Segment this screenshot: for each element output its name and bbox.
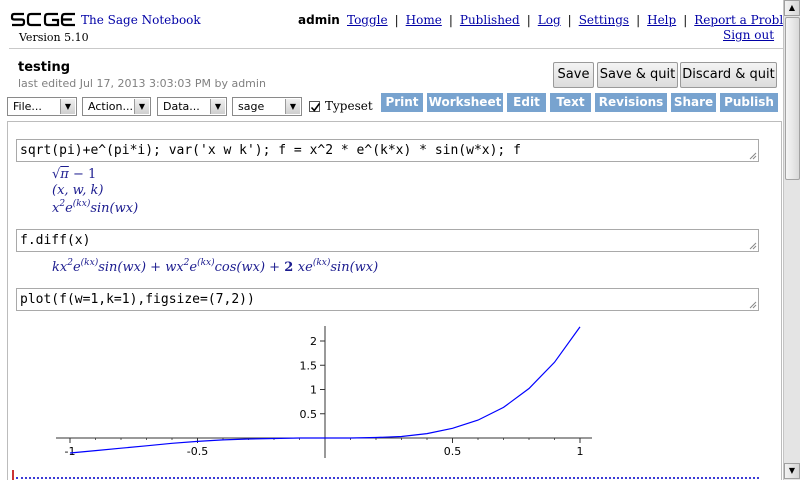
separator: | (394, 13, 399, 27)
home-link[interactable]: Home (406, 13, 442, 27)
math-e: e (65, 201, 73, 216)
save-button[interactable]: Save (553, 62, 594, 88)
math-term: xe (297, 260, 313, 275)
action-menu-select[interactable]: Action... ▼ (82, 97, 151, 116)
resize-grip-icon[interactable] (748, 241, 757, 250)
sign-out-link[interactable]: Sign out (723, 28, 774, 42)
scrollbar[interactable]: ▲ ▼ (783, 0, 800, 480)
math-e: e (72, 260, 81, 275)
published-link[interactable]: Published (460, 13, 520, 27)
cell-input-text: f.diff(x) (20, 233, 91, 248)
chevron-down-icon: ▼ (60, 99, 75, 114)
scroll-thumb[interactable] (785, 17, 800, 180)
math-term: wx (165, 260, 184, 275)
tab-share[interactable]: Share (671, 93, 716, 112)
last-edited-label: last edited Jul 17, 2013 3:03:03 PM by a… (18, 77, 266, 90)
separator: | (448, 13, 453, 27)
math-term: sin(wx) (330, 260, 379, 275)
tab-revisions[interactable]: Revisions (595, 93, 667, 112)
x-tick-label: -1 (65, 445, 76, 458)
file-menu-label: File... (13, 100, 42, 113)
separator: | (636, 13, 641, 27)
cell-input-text: plot(f(w=1,k=1),figsize=(7,2)) (20, 292, 255, 307)
y-tick-label: 2 (310, 335, 317, 348)
header-divider (9, 48, 793, 49)
resize-grip-icon[interactable] (748, 300, 757, 309)
scroll-up-icon[interactable]: ▲ (784, 0, 800, 16)
data-menu-label: Data... (163, 100, 200, 113)
scroll-down-icon[interactable]: ▼ (784, 463, 800, 479)
settings-link[interactable]: Settings (579, 13, 629, 27)
math-term: kx (52, 260, 68, 275)
top-nav: Toggle | Home | Published | Log | Settings | Help |… (347, 13, 800, 27)
plot-output: -1 -0.5 0.5 1 0.5 1 1.5 2 (56, 326, 592, 458)
help-link[interactable]: Help (647, 13, 676, 27)
app-title[interactable]: The Sage Notebook (81, 13, 201, 27)
chevron-down-icon: ▼ (285, 99, 300, 114)
math-term: cos(wx) + (214, 260, 285, 275)
cell-marker (12, 470, 14, 480)
y-tick-label: 1 (310, 384, 317, 397)
file-menu-select[interactable]: File... ▼ (7, 97, 77, 116)
math-exponent: (kx) (197, 258, 215, 268)
cell-input[interactable]: f.diff(x) (16, 229, 759, 252)
resize-grip-icon[interactable] (748, 151, 757, 160)
y-tick-label: 0.5 (300, 408, 318, 421)
x-tick-label: 0.5 (444, 445, 462, 458)
tab-print[interactable]: Print (381, 93, 423, 112)
separator: | (526, 13, 531, 27)
save-quit-button[interactable]: Save & quit (597, 62, 678, 88)
math-e: e (189, 260, 198, 275)
separator: | (683, 13, 688, 27)
data-menu-select[interactable]: Data... ▼ (157, 97, 227, 116)
math-exponent: 2 (59, 199, 66, 209)
tab-edit[interactable]: Edit (507, 93, 546, 112)
math-exponent: (kx) (72, 199, 91, 209)
worksheet-title[interactable]: testing (18, 60, 70, 75)
cell-input[interactable]: sqrt(pi)+e^(pi*i); var('x w k'); f = x^2… (16, 139, 759, 162)
chevron-down-icon: ▼ (210, 99, 225, 114)
x-tick-label: 1 (577, 445, 584, 458)
tab-text[interactable]: Text (550, 93, 591, 112)
math-exponent: 2 (67, 258, 73, 268)
action-menu-label: Action... (88, 100, 133, 113)
output-rest: − 1 (68, 167, 97, 182)
cell-output-line: x2e(kx)sin(wx) (52, 199, 139, 216)
cell-output-line: kx2e(kx)sin(wx) + wx2e(kx)cos(wx) + 2 xe… (52, 258, 379, 275)
checkmark-icon (310, 103, 321, 112)
separator: | (567, 13, 572, 27)
insert-cell-line[interactable] (16, 477, 759, 479)
math-coefficient: 2 (284, 260, 298, 275)
discard-quit-button[interactable]: Discard & quit (680, 62, 777, 88)
toggle-link[interactable]: Toggle (347, 13, 388, 27)
y-tick-label: 1.5 (300, 359, 318, 372)
math-exponent: (kx) (312, 258, 331, 268)
tab-publish[interactable]: Publish (720, 93, 778, 112)
version-label: Version 5.10 (19, 31, 89, 44)
system-select-label: sage (238, 100, 265, 113)
cell-output-line: √π − 1 (52, 167, 96, 182)
radicand: π (60, 167, 69, 182)
chevron-down-icon: ▼ (134, 99, 149, 114)
sage-logo (10, 12, 75, 27)
typeset-checkbox[interactable] (309, 101, 321, 112)
typeset-label: Typeset (325, 99, 373, 113)
x-tick-label: -0.5 (187, 445, 208, 458)
system-select[interactable]: sage ▼ (232, 97, 302, 116)
cell-output-line: (x, w, k) (52, 183, 104, 198)
math-term: sin(wx) + (98, 260, 166, 275)
math-exponent: (kx) (80, 258, 99, 268)
log-link[interactable]: Log (538, 13, 561, 27)
tab-worksheet[interactable]: Worksheet (427, 93, 503, 112)
cell-input[interactable]: plot(f(w=1,k=1),figsize=(7,2)) (16, 288, 759, 311)
math-tail: sin(wx) (90, 201, 139, 216)
username: admin (298, 13, 340, 27)
math-exponent: 2 (183, 258, 190, 268)
cell-input-text: sqrt(pi)+e^(pi*i); var('x w k'); f = x^2… (20, 143, 521, 158)
